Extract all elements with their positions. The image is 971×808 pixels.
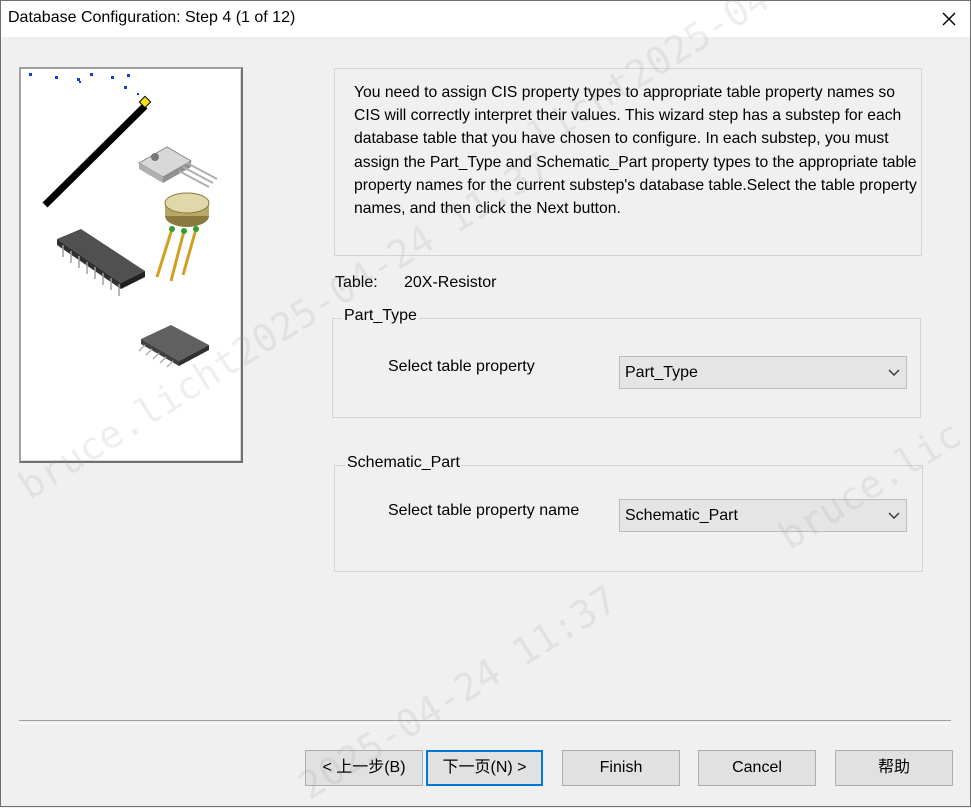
electronic-components-illustration [29,73,218,368]
wizard-illustration [19,67,243,463]
schematic-part-field-label: Select table property name [388,502,580,519]
chevron-down-icon [888,369,900,376]
title-bar: Database Configuration: Step 4 (1 of 12) [1,1,970,37]
part-type-field-label: Select table property [388,358,535,375]
dialog-window: Database Configuration: Step 4 (1 of 12) [0,0,971,808]
schematic-part-select[interactable]: Schematic_Part [619,499,907,532]
instructions-text: You need to assign CIS property types to… [354,84,917,218]
window-title: Database Configuration: Step 4 (1 of 12) [8,9,296,26]
schematic-part-group: Schematic_Part Select table property nam… [334,454,923,572]
part-type-select[interactable]: Part_Type [619,356,907,389]
part-type-selected-value: Part_Type [625,364,698,381]
close-icon[interactable] [936,6,962,32]
part-type-legend: Part_Type [342,307,419,325]
chevron-down-icon [888,512,900,519]
help-button[interactable]: 帮助 [835,750,953,786]
instructions-box: You need to assign CIS property types to… [334,68,922,256]
schematic-part-legend: Schematic_Part [345,454,462,472]
schematic-part-selected-value: Schematic_Part [625,507,738,524]
button-separator [19,720,951,724]
cancel-button[interactable]: Cancel [698,750,816,786]
part-type-group: Part_Type Select table property Part_Typ… [332,307,921,418]
table-label: Table: [335,274,378,291]
table-name-value: 20X-Resistor [404,274,497,291]
next-button[interactable]: 下一页(N) > [426,750,543,786]
finish-button[interactable]: Finish [562,750,680,786]
back-button[interactable]: < 上一步(B) [305,750,423,786]
